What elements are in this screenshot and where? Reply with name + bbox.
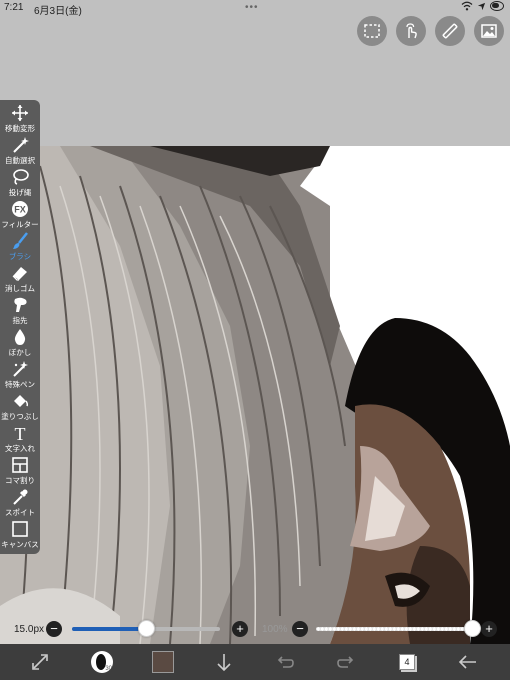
brush-icon: [10, 232, 30, 250]
brush-preview: 30: [91, 651, 113, 673]
redo-icon: [337, 656, 354, 668]
tool-finger[interactable]: 指先: [0, 296, 40, 328]
tool-label: 投げ縄: [8, 188, 32, 197]
move-icon: [10, 104, 30, 122]
blur-drop-icon: [10, 328, 30, 346]
magic-wand-icon: [10, 136, 30, 154]
top-tools: [357, 16, 504, 46]
status-date: 6月3日(金): [34, 6, 82, 17]
fx-icon: FX: [10, 200, 30, 218]
frame-divider-icon: [10, 456, 30, 474]
layers-button[interactable]: 4: [395, 650, 419, 674]
svg-text:T: T: [15, 424, 26, 442]
tool-label: 消しゴム: [5, 284, 35, 293]
opacity-slider-thumb[interactable]: [464, 620, 481, 637]
undo-button[interactable]: [273, 650, 297, 674]
gesture-button[interactable]: [396, 16, 426, 46]
size-decrease-button[interactable]: −: [46, 621, 62, 637]
tool-filter[interactable]: FX フィルター: [0, 200, 40, 232]
brush-preview-button[interactable]: 30: [90, 650, 114, 674]
material-button[interactable]: [474, 16, 504, 46]
tool-label: キャンバス: [1, 540, 39, 549]
tool-label: スポイト: [5, 508, 35, 517]
ruler-icon: [442, 23, 458, 39]
tool-lasso[interactable]: 投げ縄: [0, 168, 40, 200]
selection-icon: [364, 24, 380, 38]
fill-bucket-icon: [10, 392, 30, 410]
finger-icon: [10, 296, 30, 314]
redo-button[interactable]: [334, 650, 358, 674]
undo-icon: [277, 656, 294, 668]
text-icon: T: [10, 424, 30, 442]
canvas-icon: [10, 520, 30, 538]
artwork: [0, 146, 510, 644]
tool-frame-divider[interactable]: コマ割り: [0, 456, 40, 488]
opacity-increase-button[interactable]: +: [481, 621, 497, 637]
size-increase-button[interactable]: +: [232, 621, 248, 637]
tool-label: 塗りつぶし: [1, 412, 39, 421]
arrow-left-icon: [458, 655, 476, 669]
tool-eraser[interactable]: 消しゴム: [0, 264, 40, 296]
opacity-decrease-button[interactable]: −: [292, 621, 308, 637]
size-slider-thumb[interactable]: [138, 620, 155, 637]
tool-magic-wand[interactable]: 自動選択: [0, 136, 40, 168]
back-button[interactable]: [456, 650, 480, 674]
tool-label: ブラシ: [8, 252, 32, 261]
tool-label: コマ割り: [5, 476, 35, 485]
expand-icon: [32, 654, 48, 670]
gesture-icon: [406, 23, 417, 39]
location-icon: [477, 2, 486, 10]
left-toolbar: 移動変形 自動選択 投げ縄 FX フィルター ブラシ 消しゴム 指先 ぼかし 特…: [0, 100, 40, 554]
status-time: 7:21: [4, 2, 24, 13]
tool-special-pen[interactable]: 特殊ペン: [0, 360, 40, 392]
wifi-icon: [461, 1, 473, 11]
import-button[interactable]: [212, 650, 236, 674]
layer-count: 4: [399, 654, 415, 670]
material-icon: [481, 24, 497, 38]
eyedropper-icon: [10, 488, 30, 506]
brush-number: 30: [105, 666, 112, 672]
tool-label: 移動変形: [5, 124, 35, 133]
color-swatch: [152, 651, 174, 673]
opacity-readout: 100%: [262, 624, 288, 635]
status-indicators: [461, 1, 504, 11]
selection-button[interactable]: [357, 16, 387, 46]
opacity-slider-track[interactable]: [316, 627, 472, 631]
tool-eyedropper[interactable]: スポイト: [0, 488, 40, 520]
eraser-icon: [10, 264, 30, 282]
svg-text:FX: FX: [14, 205, 26, 215]
tool-fill[interactable]: 塗りつぶし: [0, 392, 40, 424]
tool-text[interactable]: T 文字入れ: [0, 424, 40, 456]
tool-move[interactable]: 移動変形: [0, 104, 40, 136]
ruler-button[interactable]: [435, 16, 465, 46]
color-button[interactable]: [151, 650, 175, 674]
battery-icon: [490, 1, 504, 11]
tool-blur[interactable]: ぼかし: [0, 328, 40, 360]
brush-size-readout: 15.0px: [14, 624, 45, 635]
tool-brush[interactable]: ブラシ: [0, 232, 40, 264]
multitask-dots[interactable]: •••: [245, 2, 259, 13]
tool-label: フィルター: [1, 220, 39, 229]
size-slider-fill: [72, 627, 146, 631]
drawing-canvas[interactable]: [0, 146, 510, 644]
fullscreen-button[interactable]: [28, 650, 52, 674]
tool-label: ぼかし: [8, 348, 32, 357]
tool-label: 指先: [12, 316, 28, 325]
brush-slider-bar: 15.0px − + 100% − +: [0, 616, 510, 642]
tool-label: 文字入れ: [5, 444, 35, 453]
tool-label: 自動選択: [5, 156, 35, 165]
status-bar: 7:21 6月3日(金) •••: [0, 0, 510, 17]
tool-canvas[interactable]: キャンバス: [0, 520, 40, 552]
lasso-icon: [10, 168, 30, 186]
bottom-toolbar: 30 4: [0, 644, 510, 680]
tool-label: 特殊ペン: [5, 380, 35, 389]
special-pen-icon: [10, 360, 30, 378]
arrow-down-icon: [217, 654, 231, 672]
